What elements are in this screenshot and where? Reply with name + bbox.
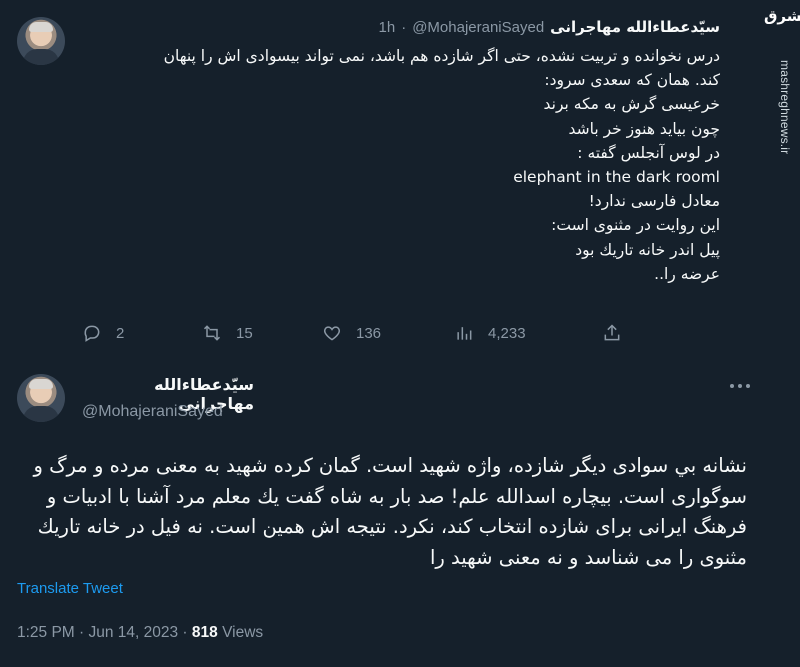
avatar[interactable] (17, 374, 65, 422)
tweet-text: درس نخوانده و تربیت نشده، حتی اگر شازده … (163, 47, 720, 283)
views-icon (457, 327, 472, 340)
tweet-main[interactable]: سیّدعطاءالله مهاجرانی @MohajeraniSayed ن… (0, 356, 760, 667)
reply-icon (84, 325, 100, 342)
author-handle[interactable]: @MohajeraniSayed (412, 19, 544, 36)
action-bar: 2 15 136 4,233 (82, 319, 642, 347)
tweet-parent[interactable]: سیّدعطاءالله مهاجرانی @MohajeraniSayed ·… (0, 0, 760, 356)
tweet-timestamp[interactable]: 1:25 PM · Jun 14, 2023 · (17, 624, 192, 641)
watermark: مشرق mashreghnews.ir (760, 0, 800, 667)
retweet-button[interactable]: 15 (202, 319, 253, 347)
author-handle[interactable]: @MohajeraniSayed (82, 403, 223, 421)
author-name[interactable]: سیّدعطاءالله مهاجرانی (550, 18, 720, 36)
tweet-meta: 1:25 PM · Jun 14, 2023 · 818 Views (17, 624, 263, 642)
like-icon (323, 326, 341, 341)
views-count: 4,233 (488, 324, 526, 342)
like-count: 136 (356, 324, 382, 342)
views-button[interactable]: 4,233 (454, 319, 526, 347)
tweet-header: سیّدعطاءالله مهاجرانی @MohajeraniSayed ·… (80, 18, 720, 36)
avatar[interactable] (17, 17, 65, 65)
tweet-text: نشانه بي سوادی دیگر شازده، واژه شهید است… (33, 454, 747, 569)
reply-button[interactable]: 2 (82, 319, 124, 347)
views-label: Views (217, 624, 264, 641)
share-icon (604, 324, 620, 341)
views-count: 818 (191, 624, 218, 641)
retweet-icon (203, 325, 221, 341)
more-icon[interactable] (730, 384, 750, 390)
watermark-url: mashreghnews.ir (778, 60, 792, 155)
translate-tweet-link[interactable]: Translate Tweet (17, 580, 123, 597)
separator: · (401, 18, 407, 36)
like-button[interactable]: 136 (322, 319, 381, 347)
tweet-time[interactable]: 1h (379, 19, 396, 36)
share-button[interactable] (602, 319, 622, 347)
reply-count: 2 (116, 324, 125, 342)
retweet-count: 15 (236, 324, 253, 342)
watermark-logo: مشرق (764, 7, 800, 25)
